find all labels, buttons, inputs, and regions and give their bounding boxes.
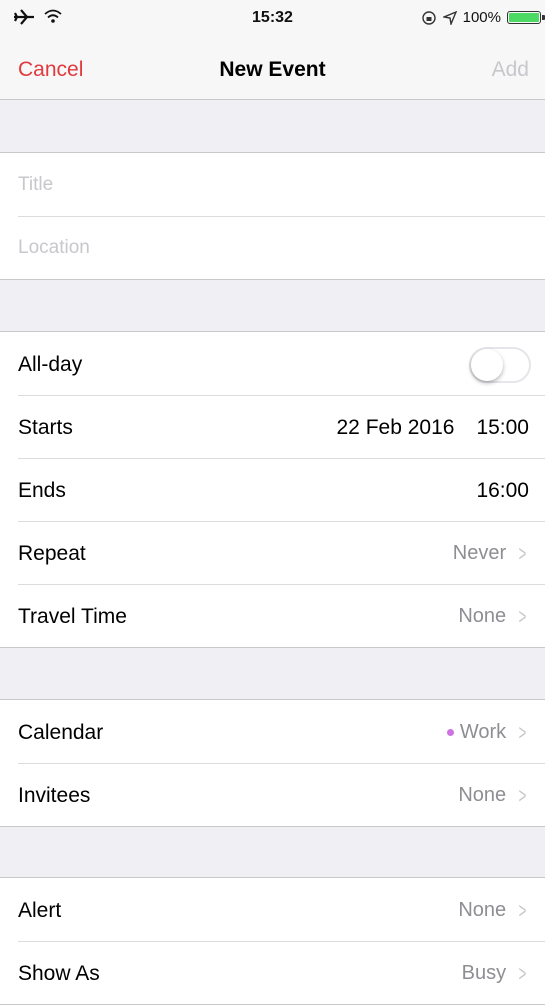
chevron-right-icon: >: [518, 960, 527, 986]
chevron-right-icon: >: [518, 782, 527, 808]
calendar-value-text: Work: [459, 721, 507, 743]
invitees-value-text: None: [458, 784, 507, 806]
repeat-value-text: Never: [452, 542, 507, 564]
show-as-row[interactable]: Show As Busy >: [0, 941, 545, 1004]
calendar-label: Calendar: [18, 721, 104, 744]
ends-value[interactable]: 16:00: [476, 479, 529, 503]
chevron-right-icon: >: [518, 897, 527, 923]
status-bar: 15:32 100%: [0, 0, 545, 38]
battery-icon: [507, 11, 545, 24]
calendar-group: Calendar Work > Invitees None >: [0, 699, 545, 827]
allday-row: All-day: [0, 332, 545, 395]
page-title: New Event: [219, 58, 326, 81]
alert-label: Alert: [18, 899, 62, 922]
title-location-group: Title Location: [0, 152, 545, 280]
lock-rotation-icon: [421, 10, 436, 25]
alert-value[interactable]: None >: [458, 899, 529, 922]
starts-row[interactable]: Starts 22 Feb 2016 15:00: [0, 395, 545, 458]
travel-time-label: Travel Time: [18, 605, 127, 628]
invitees-label: Invitees: [18, 784, 91, 807]
calendar-value[interactable]: Work >: [446, 719, 529, 745]
ends-label: Ends: [18, 479, 66, 502]
show-as-value[interactable]: Busy >: [462, 962, 529, 985]
repeat-row[interactable]: Repeat Never >: [0, 521, 545, 584]
calendar-row[interactable]: Calendar Work >: [0, 700, 545, 763]
calendar-color-dot: Work: [446, 721, 507, 744]
calendar-color-dot-icon: [446, 729, 454, 736]
invitees-value[interactable]: None >: [458, 784, 529, 807]
toggle-knob: [471, 349, 503, 381]
battery-percent: 100%: [462, 9, 501, 26]
repeat-value[interactable]: Never >: [453, 542, 529, 565]
time-group: All-day Starts 22 Feb 2016 15:00 Ends 16…: [0, 331, 545, 648]
starts-time: 15:00: [476, 416, 529, 439]
navigation-bar: Cancel New Event Add: [0, 38, 545, 100]
ends-row[interactable]: Ends 16:00: [0, 458, 545, 521]
location-field[interactable]: Location: [0, 216, 545, 279]
starts-label: Starts: [18, 416, 73, 439]
add-button[interactable]: Add: [492, 58, 529, 82]
title-field[interactable]: Title: [0, 153, 545, 216]
chevron-right-icon: >: [518, 603, 527, 629]
alert-value-text: None: [458, 899, 507, 921]
ends-time: 16:00: [476, 479, 529, 502]
allday-toggle[interactable]: [469, 347, 531, 383]
repeat-label: Repeat: [18, 542, 86, 565]
travel-time-row[interactable]: Travel Time None >: [0, 584, 545, 647]
travel-time-value[interactable]: None >: [458, 605, 529, 628]
alert-row[interactable]: Alert None >: [0, 878, 545, 941]
invitees-row[interactable]: Invitees None >: [0, 763, 545, 826]
travel-time-value-text: None: [458, 605, 507, 627]
show-as-value-text: Busy: [461, 962, 507, 984]
status-right: 100%: [421, 9, 545, 26]
title-placeholder[interactable]: Title: [18, 174, 53, 196]
starts-value[interactable]: 22 Feb 2016 15:00: [337, 416, 530, 440]
chevron-right-icon: >: [518, 719, 527, 745]
show-as-label: Show As: [18, 962, 100, 985]
alert-group: Alert None > Show As Busy >: [0, 877, 545, 1005]
chevron-right-icon: >: [518, 540, 527, 566]
starts-date: 22 Feb 2016: [336, 416, 455, 439]
allday-label: All-day: [18, 353, 83, 376]
location-icon: [442, 10, 457, 25]
location-placeholder[interactable]: Location: [18, 237, 90, 259]
